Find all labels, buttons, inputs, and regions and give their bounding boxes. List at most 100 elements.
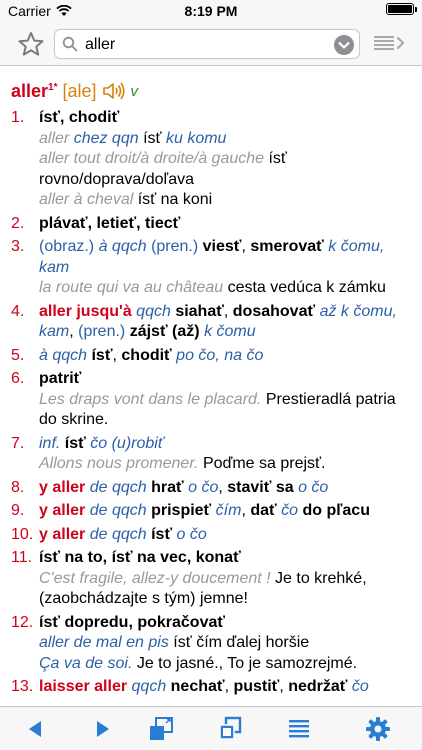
back-button[interactable] [14, 707, 58, 750]
sense-number: 11. [11, 549, 33, 566]
translation: plávať, letieť, tiecť [39, 214, 181, 232]
sense-item: 13. laisser aller qqch nechať, pustiť, ne… [11, 677, 408, 698]
sense-number: 9. [11, 502, 25, 519]
headword-line: aller1* [ale] v [11, 78, 408, 104]
grammar-note: Ça va de soi. [39, 654, 137, 672]
grammar-note: de qqch [89, 478, 152, 496]
french-example: aller tout droit/à droite/à gauche [39, 150, 269, 167]
grammar-note: čím [215, 502, 242, 519]
translation: pustiť [233, 678, 280, 695]
slovak-text: , [241, 502, 251, 519]
favorite-star-button[interactable] [17, 31, 45, 57]
french-example: Allons nous promener. [39, 455, 203, 472]
translation: ísť dopredu, pokračovať [39, 613, 226, 631]
sense-number: 13. [11, 678, 34, 695]
new-window-icon [150, 717, 173, 740]
chevron-down-icon [338, 41, 350, 49]
sense-item: 8. y aller de qqch hrať o čo, staviť sa o… [11, 478, 408, 499]
translation: hrať [151, 478, 189, 496]
dropdown-button[interactable] [334, 35, 354, 55]
translation: ísť [64, 434, 91, 452]
translation: ísť [151, 525, 177, 543]
settings-button[interactable] [356, 707, 400, 750]
senses-list: 1. ísť, chodiť aller chez qqn ísť ku komu a… [11, 108, 408, 698]
star-icon [18, 32, 44, 56]
grammar-note: à qqch [98, 238, 152, 255]
sense-body: y aller de qqch hrať o čo, staviť sa o č… [39, 478, 408, 499]
speaker-icon[interactable] [102, 81, 126, 101]
slovak-text: ísť [143, 129, 166, 147]
grammar-note: qqch [131, 678, 171, 695]
battery-fill [388, 5, 412, 13]
sense-number: 2. [11, 214, 25, 232]
slovak-text: , [223, 302, 233, 320]
sense-number: 12. [11, 613, 34, 631]
windows-button[interactable] [208, 707, 252, 750]
grammar-note: o čo [176, 525, 207, 543]
results-list-button[interactable] [372, 34, 408, 54]
part-of-speech: v [130, 82, 139, 100]
french-phrase: y aller [39, 478, 90, 496]
sense-body: à qqch ísť, chodiť po čo, na čo [39, 346, 408, 367]
homonym-index: 1* [48, 81, 58, 93]
sense-body: plávať, letieť, tiecť [39, 214, 408, 235]
translation: ísť, chodiť [39, 109, 120, 126]
french-example: aller [39, 129, 74, 147]
sense-item: 7. inf. ísť čo (u)robiť Allons nous promen… [11, 434, 408, 475]
sense-body: laisser aller qqch nechať, pustiť, nedrž… [39, 677, 408, 698]
back-arrow-icon [29, 721, 41, 737]
usage-label: (pren.) [151, 238, 203, 255]
search-box [54, 29, 360, 59]
translation: ísť na to, ísť na vec, konať [39, 549, 241, 566]
pronunciation: [ale] [62, 80, 97, 101]
french-example: Les draps vont dans le placard. [39, 390, 266, 408]
translation: ísť [91, 346, 113, 364]
translation: patriť [39, 370, 82, 387]
grammar-note: o čo [188, 478, 219, 496]
grammar-note: à qqch [39, 346, 92, 364]
usage-label: (pren.) [78, 323, 130, 340]
new-window-button[interactable] [139, 707, 183, 750]
slovak-text: Poďme sa prejsť. [202, 455, 326, 472]
dictionary-entry: aller1* [ale] v 1. ísť, chodiť aller chez … [0, 66, 422, 706]
grammar-note: čo [351, 678, 369, 695]
translation: viesť [202, 238, 242, 255]
french-phrase: y aller [39, 502, 90, 519]
translation: do pľacu [302, 502, 370, 519]
battery-icon [386, 3, 417, 15]
grammar-note: po čo, na čo [176, 346, 264, 364]
sense-body: inf. ísť čo (u)robiť Allons nous promener… [39, 434, 408, 475]
translation: dosahovať [232, 302, 320, 320]
forward-button[interactable] [80, 707, 124, 750]
sense-number: 3. [11, 238, 25, 255]
sense-number: 7. [11, 434, 25, 452]
translation: siahať [175, 302, 224, 320]
search-input[interactable] [85, 34, 325, 56]
headword-text: aller [11, 80, 49, 101]
sense-number: 8. [11, 478, 25, 496]
nav-bar [0, 22, 422, 66]
sense-item: 11. ísť na to, ísť na vec, konať C'est fra… [11, 548, 408, 610]
slovak-text: cesta vedúca k zámku [227, 279, 386, 296]
sense-body: ísť, chodiť aller chez qqn ísť ku komu all… [39, 108, 408, 211]
slovak-text: Je to jasné., To je samozrejmé. [136, 654, 358, 672]
grammar-note: čo [281, 502, 303, 519]
list-icon [289, 720, 309, 738]
sense-body: ísť dopredu, pokračovať aller de mal en p… [39, 613, 408, 675]
sense-number: 1. [11, 109, 25, 126]
translation: zájsť (až) [129, 323, 205, 340]
settings-gear-icon [366, 717, 390, 741]
list-button[interactable] [277, 707, 321, 750]
status-right [386, 3, 417, 15]
grammar-note: chez qqn [73, 129, 144, 147]
french-example: la route qui va au château [39, 279, 228, 296]
sense-item: 2. plávať, letieť, tiecť [11, 214, 408, 235]
translation: chodiť [121, 346, 177, 364]
translation: smerovať [250, 238, 329, 255]
grammar-note: inf. [39, 434, 65, 452]
sense-item: 1. ísť, chodiť aller chez qqn ísť ku komu a… [11, 108, 408, 211]
status-bar: Carrier 8:19 PM [0, 0, 422, 22]
sense-body: patriť Les draps vont dans le placard. Pr… [39, 369, 408, 431]
headword: aller1* [11, 81, 57, 102]
translation: dať [250, 502, 282, 519]
